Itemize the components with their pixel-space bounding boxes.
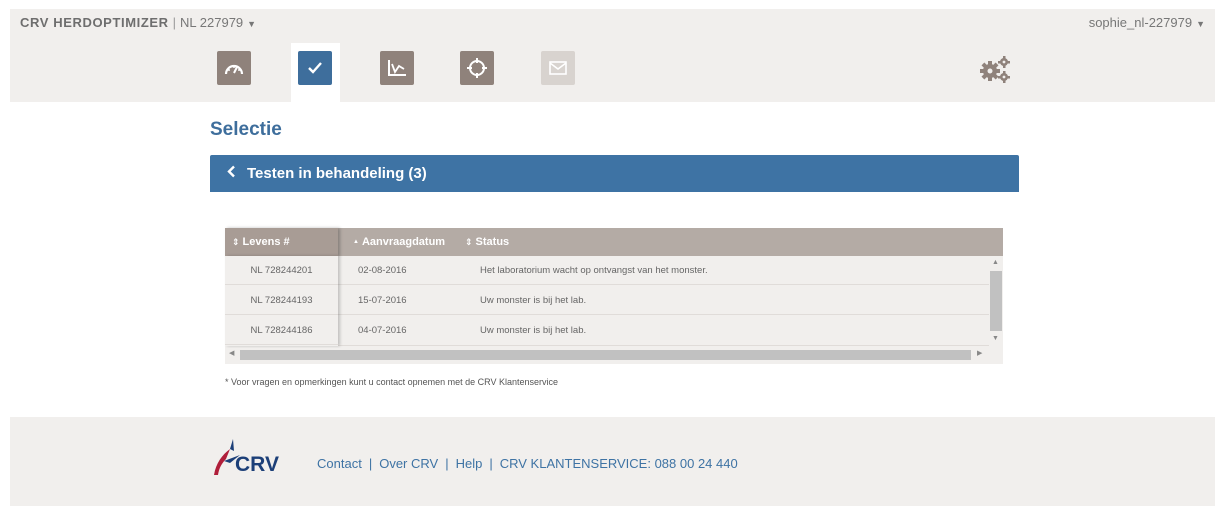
logo-text: CRV: [235, 453, 279, 476]
chart-icon[interactable]: [380, 51, 414, 85]
column-header-id[interactable]: ⇕ Levens #: [225, 228, 338, 256]
link-help[interactable]: Help: [456, 456, 483, 471]
footer-links: Contact | Over CRV | Help | CRV KLANTENSERVICE…: [317, 456, 738, 471]
vertical-scrollbar[interactable]: ▲ ▼: [989, 256, 1003, 346]
brand-separator: |: [172, 15, 177, 30]
status-cell: Uw monster is bij het lab.: [480, 295, 587, 306]
tests-table: ▲ Aanvraagdatum ⇕ Status 02-08-2016 Het la…: [225, 228, 1003, 364]
sort-icon: ⇕: [232, 237, 240, 247]
dashboard-icon[interactable]: [217, 51, 251, 85]
link-separator: |: [368, 456, 373, 471]
herd-selector[interactable]: NL 227979: [180, 15, 243, 30]
link-contact[interactable]: Contact: [317, 456, 362, 471]
app-name: CRV HERDOPTIMIZER: [20, 15, 169, 30]
scrollbar-thumb[interactable]: [990, 271, 1002, 331]
top-header: CRV HERDOPTIMIZER | NL 227979 ▼ sophie_nl-2…: [10, 9, 1215, 102]
chevron-left-icon[interactable]: [227, 165, 236, 183]
horizontal-scrollbar[interactable]: ◀ ▶: [225, 348, 989, 362]
user-menu[interactable]: sophie_nl-227979 ▼: [1089, 15, 1205, 30]
brand: CRV HERDOPTIMIZER | NL 227979 ▼: [20, 15, 256, 30]
gears-icon[interactable]: [979, 54, 1013, 84]
column-label: Aanvraagdatum: [361, 236, 446, 248]
bar-title: Testen in behandeling (3): [247, 165, 427, 182]
scroll-left-icon[interactable]: ◀: [229, 349, 234, 357]
sort-asc-icon: ▲: [353, 239, 359, 245]
chevron-down-icon[interactable]: ▼: [247, 19, 256, 29]
id-cell[interactable]: NL 728244193: [225, 286, 338, 315]
crv-logo[interactable]: CRV: [210, 437, 292, 479]
column-header-id-label[interactable]: ⇕ Levens #: [232, 228, 290, 256]
id-cell[interactable]: NL 728244201: [225, 256, 338, 285]
column-header-status[interactable]: ⇕ Status: [465, 228, 509, 256]
table-row[interactable]: 02-08-2016 Het laboratorium wacht op ont…: [225, 256, 989, 285]
chevron-down-icon[interactable]: ▼: [1196, 19, 1205, 29]
scroll-down-icon[interactable]: ▼: [992, 335, 999, 342]
fixed-id-column: NL 728244201 NL 728244193 NL 728244186: [225, 256, 338, 346]
table-row[interactable]: 04-07-2016 Uw monster is bij het lab.: [225, 316, 989, 346]
sort-icon: ⇕: [465, 237, 473, 247]
status-cell: Het laboratorium wacht op ontvangst van …: [480, 265, 708, 276]
table-row[interactable]: 15-07-2016 Uw monster is bij het lab.: [225, 286, 989, 315]
link-separator: |: [489, 456, 493, 471]
page-title: Selectie: [210, 119, 282, 140]
username[interactable]: sophie_nl-227979: [1089, 15, 1192, 30]
scroll-up-icon[interactable]: ▲: [992, 259, 999, 266]
link-separator: |: [445, 456, 449, 471]
date-cell: 15-07-2016: [358, 295, 407, 306]
status-cell: Uw monster is bij het lab.: [480, 325, 587, 336]
table-header: ▲ Aanvraagdatum ⇕ Status: [225, 228, 1003, 256]
scroll-right-icon[interactable]: ▶: [977, 349, 982, 357]
scrollbar-thumb[interactable]: [240, 350, 971, 360]
contact-note: * Voor vragen en opmerkingen kunt u cont…: [225, 377, 559, 387]
date-cell: 04-07-2016: [358, 325, 407, 336]
footer: CRV Contact | Over CRV | Help | CRV KLANTENSER…: [10, 417, 1215, 506]
column-header-date[interactable]: ▲ Aanvraagdatum: [353, 228, 445, 256]
date-cell: 02-08-2016: [358, 265, 407, 276]
link-over-crv[interactable]: Over CRV: [379, 456, 438, 471]
column-label: Levens #: [242, 236, 290, 248]
column-label: Status: [475, 236, 510, 248]
id-cell[interactable]: NL 728244186: [225, 316, 338, 345]
checkmark-icon[interactable]: [298, 51, 332, 85]
back-bar[interactable]: Testen in behandeling (3): [210, 155, 1019, 192]
mail-icon[interactable]: [541, 51, 575, 85]
link-klantenservice[interactable]: CRV KLANTENSERVICE: 088 00 24 440: [500, 456, 738, 471]
target-icon[interactable]: [460, 51, 494, 85]
